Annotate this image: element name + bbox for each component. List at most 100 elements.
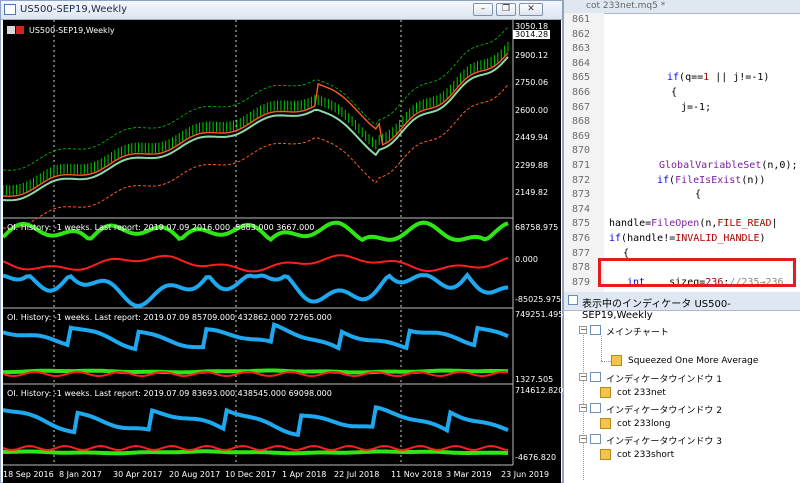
editor-tab-title: cot 233net.mq5 * [586, 1, 666, 11]
collapse-icon[interactable]: − [579, 326, 587, 334]
x-axis-label: 30 Apr 2017 [113, 470, 163, 479]
restore-button[interactable]: ❐ [496, 3, 516, 16]
chart-window-icon [590, 325, 601, 335]
indicator-list-panel: 表示中のインディケータ US500-SEP19,Weekly − メインチャート… [563, 292, 800, 483]
code-line[interactable]: 862 [564, 29, 800, 44]
indicator-icon [600, 449, 611, 460]
tree-line [601, 361, 611, 362]
chart-flag-icon [7, 26, 24, 36]
panel1-scale-top: 68758.975 [515, 223, 559, 232]
panel3-scale-top: 714612.820 [515, 386, 564, 395]
code-text: if(q==1 || j!=-1) [667, 72, 770, 84]
tree-item-squeezed-average[interactable]: Squeezed One More Average [628, 356, 758, 366]
editor-tab[interactable]: cot 233net.mq5 * [564, 0, 800, 14]
chart-window-icon [4, 4, 16, 15]
code-line[interactable]: 872 if(FileIsExist(n)) [564, 175, 800, 190]
tree-item-cot-233short[interactable]: cot 233short [617, 450, 674, 460]
x-axis-label: 22 Jul 2018 [334, 470, 380, 479]
tree-item-indicator-window-1[interactable]: インディケータウインドウ 1 [606, 372, 722, 385]
tree-item-cot-233net[interactable]: cot 233net [617, 388, 666, 398]
chart-window-icon [590, 372, 601, 382]
envelope-line [3, 26, 509, 171]
collapse-icon[interactable]: − [579, 404, 587, 412]
panel2-label: OI. History: -1 weeks. Last report: 2019… [7, 313, 332, 322]
code-line[interactable]: 863 [564, 43, 800, 58]
code-line[interactable]: 866 { [564, 87, 800, 102]
panel3-scale-bottom: -4676.820 [515, 453, 557, 462]
collapse-icon[interactable]: − [579, 373, 587, 381]
tree-item-indicator-window-3[interactable]: インディケータウインドウ 3 [606, 434, 722, 447]
tree-item-indicator-window-2[interactable]: インディケータウインドウ 2 [606, 403, 722, 416]
line-number: 871 [572, 160, 591, 171]
panel2-scale-top: 749251.495 [515, 310, 564, 319]
code-line[interactable]: 870 [564, 145, 800, 160]
x-axis-label: 18 Sep 2016 [3, 470, 54, 479]
code-line[interactable]: 873 { [564, 189, 800, 204]
price-label: 2299.88 [515, 161, 549, 170]
x-axis-label: 3 Mar 2019 [446, 470, 492, 479]
moving-average-line [3, 56, 509, 202]
code-text: { [695, 189, 702, 201]
price-label: 2149.82 [515, 188, 549, 197]
code-line[interactable]: 867 j=-1; [564, 102, 800, 117]
indicator-icon [611, 355, 622, 366]
line-number: 861 [572, 14, 591, 25]
code-text: { [671, 87, 678, 98]
line-number: 869 [572, 130, 591, 142]
line-number: 872 [572, 174, 591, 186]
line-number: 865 [572, 72, 591, 84]
code-line[interactable]: 874 [564, 204, 800, 219]
code-line[interactable]: 864 [564, 58, 800, 73]
code-line[interactable]: 861 [564, 14, 800, 29]
chart-canvas[interactable] [3, 20, 561, 483]
line-number: 873 [572, 189, 591, 201]
x-axis-label: 1 Apr 2018 [282, 470, 327, 479]
price-label: 2900.12 [515, 51, 549, 60]
code-line[interactable]: 871 GlobalVariableSet(n,0); [564, 160, 800, 175]
price-label: 2750.06 [515, 78, 549, 87]
code-line[interactable]: 876 if(handle!=INVALID_HANDLE) [564, 233, 800, 248]
code-line[interactable]: 868 [564, 116, 800, 131]
indicator-list-header: 表示中のインディケータ US500-SEP19,Weekly [564, 292, 800, 321]
short-line [3, 444, 509, 452]
chart-window-title: US500-SEP19,Weekly [20, 4, 128, 15]
collapse-icon[interactable]: − [579, 435, 587, 443]
x-axis-label: 11 Nov 2018 [391, 470, 443, 479]
price-label: 2449.94 [515, 133, 549, 142]
code-line[interactable]: 875 handle=FileOpen(n,FILE_READ| [564, 218, 800, 233]
chart-window-titlebar[interactable]: US500-SEP19,Weekly – ❐ ✕ [1, 1, 562, 20]
net-line [3, 271, 509, 308]
highlight-box [598, 258, 796, 287]
indicator-list-icon [568, 295, 578, 305]
code-editor[interactable]: cot 233net.mq5 * 861 862 863 864 865 if(q==1 … [563, 0, 800, 292]
tree-item-main-chart[interactable]: メインチャート [606, 325, 669, 338]
line-number: 879 [572, 276, 591, 288]
code-text: { [623, 247, 630, 259]
code-text: handle=FileOpen(n,FILE_READ| [609, 218, 778, 230]
panel1-scale-mid: 0.000 [515, 255, 538, 264]
indicator-list-title: 表示中のインディケータ US500-SEP19,Weekly [582, 299, 731, 321]
line-number: 874 [572, 203, 591, 215]
chart-area[interactable]: US500-SEP19,Weekly 3050.18 3014.28 2900.… [3, 20, 564, 483]
minimize-button[interactable]: – [473, 3, 493, 16]
current-price-label: 3014.28 [513, 30, 551, 39]
line-number: 878 [572, 262, 591, 274]
line-number: 870 [572, 145, 591, 157]
line-number: 877 [572, 247, 591, 259]
close-button[interactable]: ✕ [519, 3, 543, 16]
line-number: 875 [572, 218, 591, 230]
price-label: 2600.00 [515, 106, 549, 115]
panel2-scale-bottom: 1327.505 [515, 375, 554, 384]
tree-line [601, 336, 602, 361]
code-line[interactable]: 869 [564, 131, 800, 146]
panel1-scale-bottom: -85025.975 [515, 295, 562, 304]
line-number: 866 [572, 87, 591, 98]
code-line[interactable]: 865 if(q==1 || j!=-1) [564, 72, 800, 87]
tree-item-cot-233long[interactable]: cot 233long [617, 419, 670, 429]
code-text: j=-1; [681, 101, 712, 113]
envelope-line [3, 84, 509, 229]
code-text: if(handle!=INVALID_HANDLE) [609, 233, 766, 244]
line-number: 868 [572, 116, 591, 128]
x-axis-label: 8 Jan 2017 [59, 470, 102, 479]
line-number: 862 [572, 28, 591, 40]
